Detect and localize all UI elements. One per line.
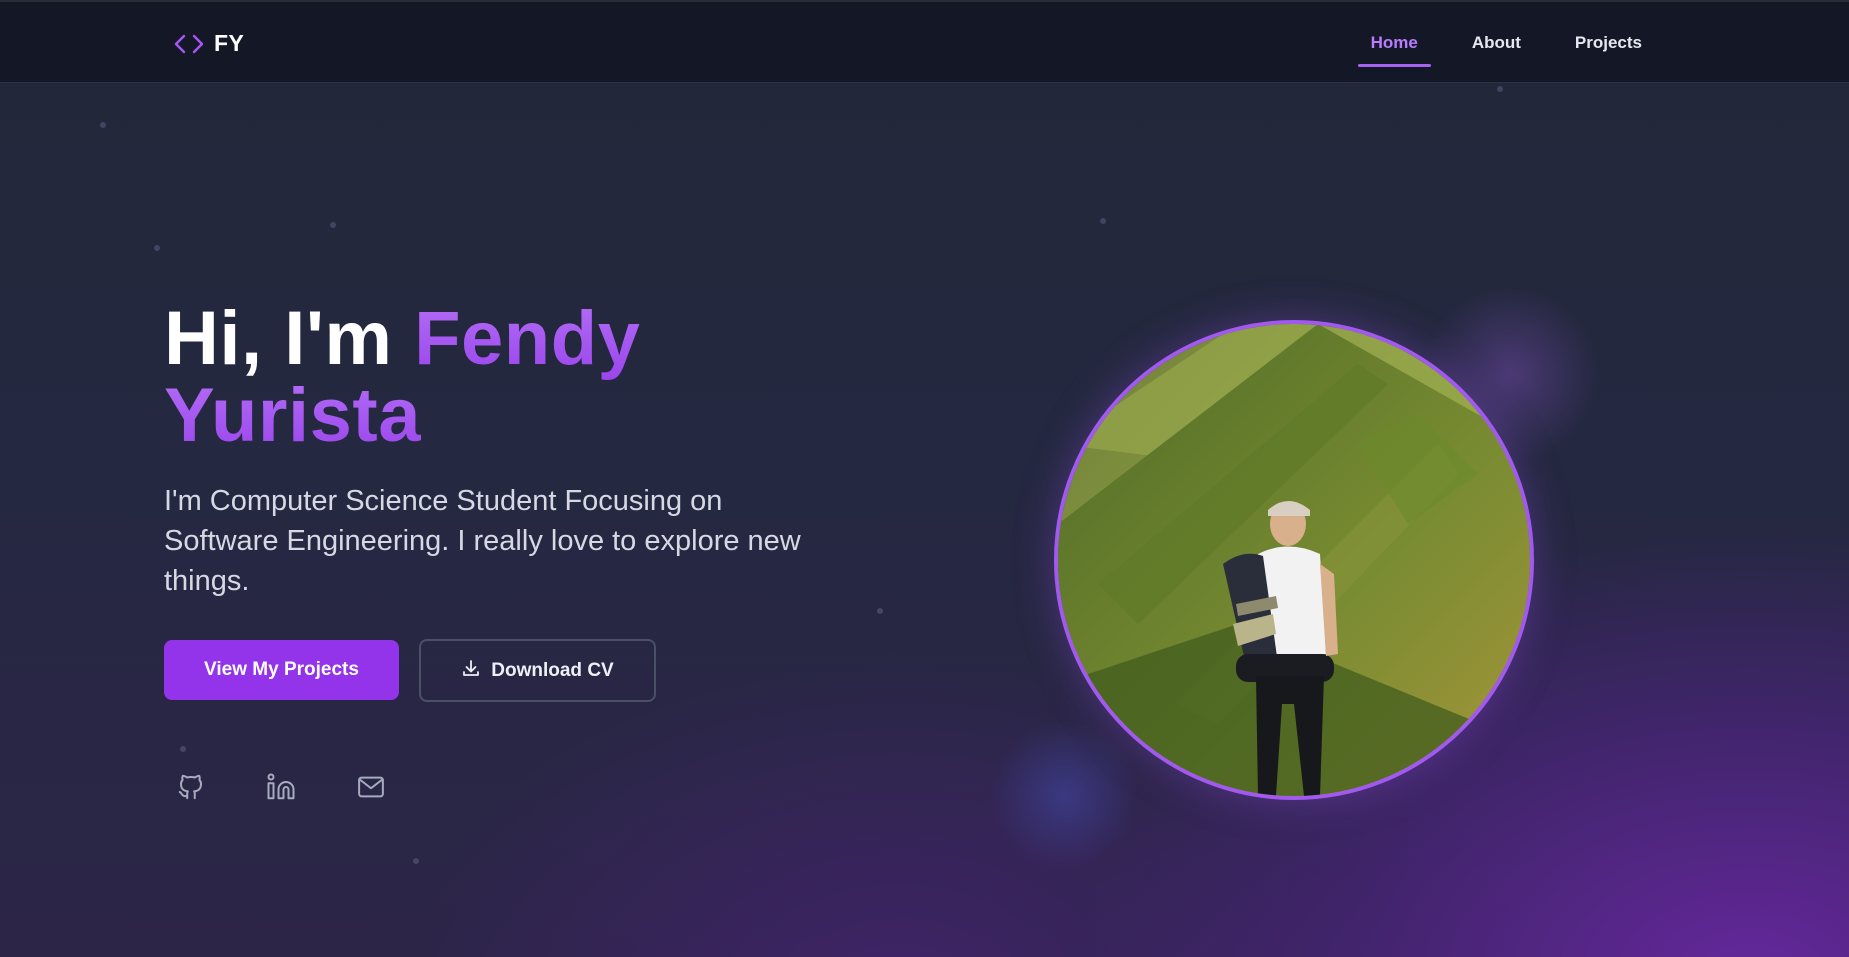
decorative-dot — [1497, 86, 1503, 92]
mail-icon — [356, 772, 386, 807]
last-name: Yurista — [164, 373, 421, 458]
email-link[interactable] — [352, 770, 390, 808]
decorative-dot — [330, 222, 336, 228]
hero-subtitle: I'm Computer Science Student Focusing on… — [164, 485, 801, 597]
hero-actions: View My Projects Download CV — [164, 639, 656, 702]
nav-link-home[interactable]: Home — [1344, 2, 1445, 83]
decorative-dot — [877, 608, 883, 614]
nav-links: Home About Projects — [1344, 2, 1669, 83]
decorative-dot — [180, 746, 186, 752]
linkedin-link[interactable] — [262, 770, 300, 808]
decorative-dot — [1100, 218, 1106, 224]
hero-text: Hi, I'm Fendy Yurista I'm Computer Scienc… — [164, 300, 864, 601]
decorative-glow — [990, 720, 1140, 870]
nav-link-about[interactable]: About — [1445, 2, 1548, 83]
top-navbar: FY Home About Projects — [0, 0, 1849, 83]
social-links — [172, 770, 390, 808]
github-icon — [176, 772, 206, 807]
hero-headline: Hi, I'm Fendy Yurista — [164, 300, 864, 454]
view-projects-button[interactable]: View My Projects — [164, 640, 399, 700]
greeting-text: Hi, I'm — [164, 296, 415, 381]
github-link[interactable] — [172, 770, 210, 808]
download-cv-button[interactable]: Download CV — [419, 639, 656, 702]
download-icon — [461, 658, 481, 684]
profile-photo — [1054, 320, 1534, 800]
download-cv-label: Download CV — [491, 659, 614, 681]
linkedin-icon — [266, 772, 296, 807]
logo-text: FY — [214, 30, 245, 56]
nav-link-projects[interactable]: Projects — [1548, 2, 1669, 83]
decorative-dot — [100, 122, 106, 128]
first-name: Fendy — [414, 296, 641, 381]
decorative-dot — [154, 245, 160, 251]
decorative-dot — [413, 858, 419, 864]
code-brackets-icon — [174, 33, 204, 55]
logo[interactable]: FY — [174, 30, 244, 57]
